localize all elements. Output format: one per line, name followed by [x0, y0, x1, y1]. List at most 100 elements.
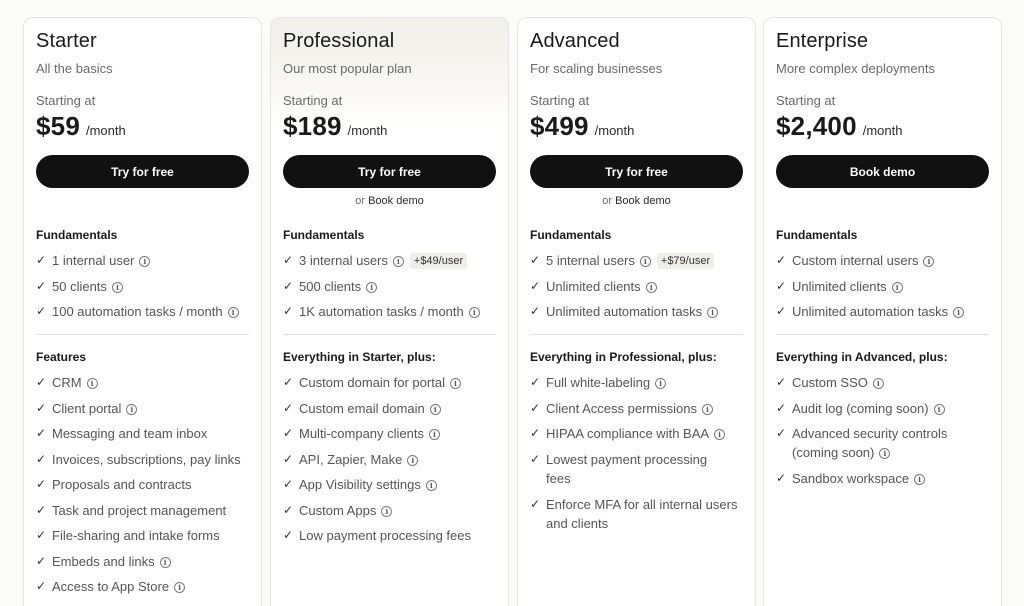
price: $59: [36, 111, 80, 141]
checkmark-icon: ✓: [530, 375, 541, 389]
info-icon[interactable]: i: [407, 454, 419, 466]
list-item: ✓ Unlimited automation tasks i: [530, 302, 748, 328]
list-item: ✓ Unlimited clients i: [776, 277, 994, 303]
plan-name: Enterprise: [776, 30, 869, 52]
info-icon[interactable]: i: [702, 403, 713, 415]
fundamentals-title: Fundamentals: [36, 228, 118, 242]
price-row: $189 /month: [283, 111, 387, 142]
starting-at-label: Starting at: [36, 93, 96, 108]
checkmark-icon: ✓: [36, 579, 47, 593]
price: $2,400: [776, 111, 857, 141]
info-icon[interactable]: i: [366, 281, 378, 293]
list-item: ✓ Multi-company clients i: [283, 424, 501, 450]
info-icon[interactable]: i: [159, 556, 171, 568]
list-item: ✓ API, Zapier, Make i: [283, 450, 501, 476]
features-title: Everything in Advanced, plus:: [776, 350, 948, 364]
info-icon[interactable]: i: [381, 505, 393, 517]
checkmark-icon: ✓: [36, 528, 47, 542]
list-item: ✓ 50 clients i: [36, 277, 254, 303]
info-icon[interactable]: i: [714, 429, 726, 440]
checkmark-icon: ✓: [36, 400, 47, 415]
list-item: ✓ Full white-labeling i: [530, 373, 745, 399]
try-for-free-button[interactable]: Try for free: [283, 155, 496, 188]
info-icon[interactable]: i: [468, 307, 480, 318]
checkmark-icon: ✓: [530, 400, 541, 415]
list-item: ✓ Invoices, subscriptions, pay links: [36, 451, 241, 467]
features-title: Features: [36, 350, 87, 364]
info-icon[interactable]: i: [645, 281, 657, 293]
divider: [530, 334, 743, 335]
checkmark-icon: ✓: [36, 553, 47, 568]
plan-card-professional: Professional Our most popular plan Start…: [270, 17, 509, 606]
list-item: ✓ Low payment processing fees: [283, 528, 471, 543]
info-icon[interactable]: i: [933, 403, 945, 415]
plan-card-enterprise: Enterprise More complex deployments Star…: [763, 17, 1002, 606]
fundamentals-list: ✓ 1 internal user i ✓ 50 clients i ✓ 100 auto…: [36, 251, 254, 328]
book-demo-link[interactable]: Book demo: [615, 195, 671, 207]
info-icon[interactable]: i: [126, 403, 138, 415]
info-icon[interactable]: i: [449, 378, 461, 389]
checkmark-icon: ✓: [530, 304, 541, 318]
list-item: ✓ Client Access permissions i: [530, 399, 745, 425]
info-icon[interactable]: i: [429, 403, 441, 415]
plan-subtitle: Our most popular plan: [283, 61, 412, 76]
list-item: ✓ CRM i: [36, 373, 254, 399]
price-row: $59 /month: [36, 111, 126, 142]
list-item: ✓ 5 internal users i +$79/user: [530, 251, 748, 277]
checkmark-icon: ✓: [36, 426, 47, 440]
price: $189: [283, 111, 342, 141]
checkmark-icon: ✓: [36, 304, 47, 318]
fundamentals-title: Fundamentals: [776, 228, 858, 242]
checkmark-icon: ✓: [36, 502, 47, 517]
info-icon[interactable]: i: [111, 281, 123, 293]
checkmark-icon: ✓: [283, 528, 294, 542]
plan-subtitle: For scaling businesses: [530, 61, 663, 76]
info-icon[interactable]: i: [707, 307, 719, 318]
checkmark-icon: ✓: [36, 477, 47, 491]
info-icon[interactable]: i: [392, 256, 404, 267]
checkmark-icon: ✓: [36, 451, 47, 466]
info-icon[interactable]: i: [425, 480, 437, 491]
info-icon[interactable]: i: [891, 281, 903, 293]
info-icon[interactable]: i: [923, 256, 935, 267]
info-icon[interactable]: i: [86, 378, 98, 389]
checkmark-icon: ✓: [530, 253, 541, 267]
price: $499: [530, 111, 589, 141]
checkmark-icon: ✓: [776, 400, 787, 415]
checkmark-icon: ✓: [530, 496, 541, 511]
checkmark-icon: ✓: [36, 278, 47, 293]
info-icon[interactable]: i: [879, 448, 891, 459]
list-item: ✓ 3 internal users i +$49/user: [283, 251, 501, 277]
checkmark-icon: ✓: [776, 278, 787, 293]
list-item: ✓ Enforce MFA for all internal users and …: [530, 496, 738, 531]
book-demo-link[interactable]: Book demo: [368, 195, 424, 207]
features-list: ✓ Full white-labeling i ✓ Client Access per…: [530, 373, 745, 540]
book-demo-button[interactable]: Book demo: [776, 155, 989, 188]
divider: [283, 334, 496, 335]
plan-name: Starter: [36, 30, 97, 52]
try-for-free-button[interactable]: Try for free: [36, 155, 249, 188]
info-icon[interactable]: i: [139, 256, 151, 267]
features-list: ✓ CRM i ✓ Client portal i ✓ Messaging and tea…: [36, 373, 254, 603]
try-for-free-button[interactable]: Try for free: [530, 155, 743, 188]
checkmark-icon: ✓: [776, 304, 787, 318]
info-icon[interactable]: i: [953, 307, 965, 318]
list-item: ✓ 1 internal user i: [36, 251, 254, 277]
info-icon[interactable]: i: [872, 378, 884, 389]
checkmark-icon: ✓: [530, 278, 541, 293]
checkmark-icon: ✓: [776, 426, 787, 440]
info-icon[interactable]: i: [639, 256, 651, 267]
book-demo-row: or Book demo: [602, 195, 671, 207]
fundamentals-title: Fundamentals: [283, 228, 365, 242]
checkmark-icon: ✓: [36, 253, 47, 267]
info-icon[interactable]: i: [914, 474, 926, 485]
list-item: ✓ Custom domain for portal i: [283, 373, 501, 399]
info-icon[interactable]: i: [227, 307, 239, 318]
list-item: ✓ Proposals and contracts: [36, 477, 192, 492]
plan-name: Professional: [283, 30, 395, 52]
price-period: /month: [85, 123, 126, 138]
info-icon[interactable]: i: [174, 582, 186, 593]
info-icon[interactable]: i: [429, 429, 440, 440]
checkmark-icon: ✓: [283, 304, 294, 318]
info-icon[interactable]: i: [655, 378, 667, 389]
